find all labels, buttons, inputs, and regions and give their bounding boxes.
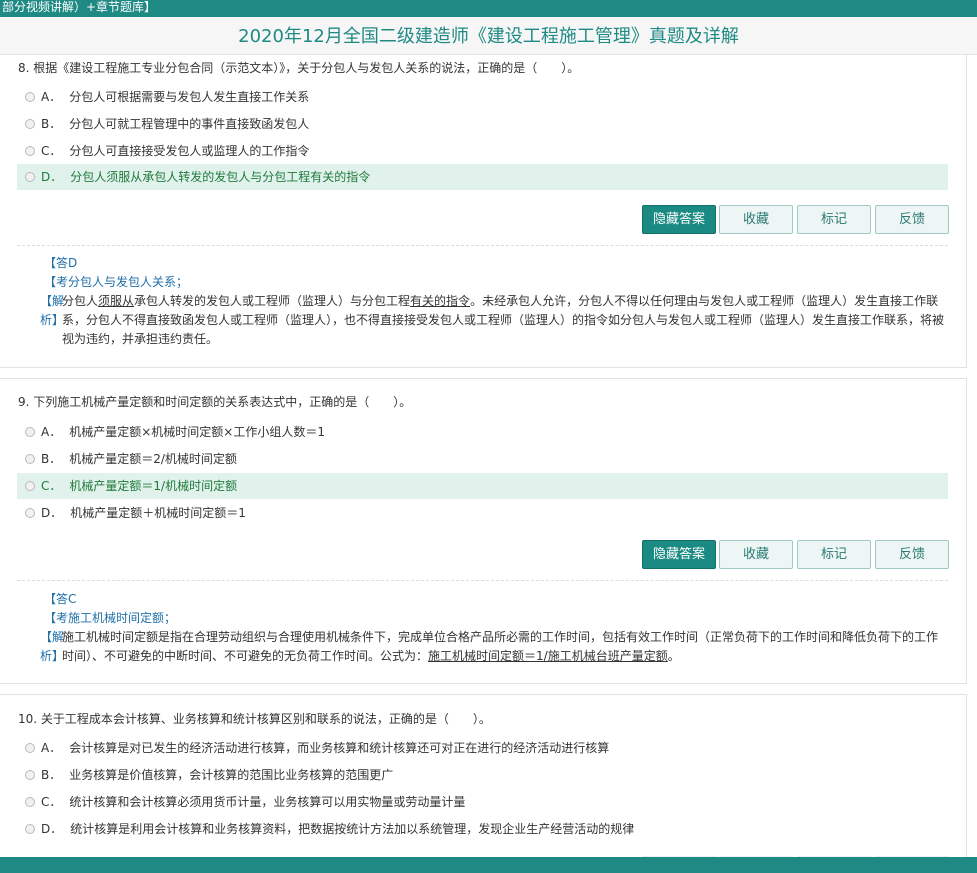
option-text: 统计核算和会计核算必须用货币计量，业务核算可以用实物量或劳动量计量 bbox=[69, 795, 466, 809]
option-letter: A． bbox=[41, 425, 62, 439]
radio-button[interactable] bbox=[25, 797, 35, 807]
option-letter: B． bbox=[41, 452, 62, 466]
option-text: 机械产量定额＝2/机械时间定额 bbox=[69, 452, 237, 466]
bottom-bar bbox=[0, 857, 977, 873]
explanation: 【解 析】 施工机械时间定额是指在合理劳动组织与合理使用机械条件下，完成单位合格… bbox=[0, 628, 944, 666]
radio-button[interactable] bbox=[25, 454, 35, 464]
option-text: 会计核算是对已发生的经济活动进行核算，而业务核算和统计核算还可对正在进行的经济活… bbox=[69, 741, 610, 755]
answer-label: 【答D bbox=[44, 256, 78, 270]
radio-button[interactable] bbox=[25, 508, 35, 518]
option-letter: C． bbox=[41, 795, 62, 809]
option-text: 业务核算是价值核算，会计核算的范围比业务核算的范围更广 bbox=[69, 768, 394, 782]
option-text: 分包人可就工程管理中的事件直接致函发包人 bbox=[69, 117, 310, 131]
option-text: 机械产量定额＋机械时间定额＝1 bbox=[70, 506, 246, 520]
option-letter: A． bbox=[41, 90, 62, 104]
option-c[interactable]: C． 分包人可直接接受发包人或监理人的工作指令 bbox=[17, 138, 948, 164]
option-a[interactable]: A． 会计核算是对已发生的经济活动进行核算，而业务核算和统计核算还可对正在进行的经… bbox=[17, 735, 948, 761]
explanation: 【解 析】 分包人须服从承包人转发的发包人或工程师（监理人）与分包工程有关的指令… bbox=[0, 292, 944, 349]
option-text: 机械产量定额＝1/机械时间定额 bbox=[69, 479, 238, 493]
exam-point: 【考施工机械时间定额； bbox=[44, 611, 177, 625]
option-letter: A． bbox=[41, 741, 62, 755]
question-stem: 10. 关于工程成本会计核算、业务核算和统计核算区别和联系的说法，正确的是（ ）… bbox=[18, 712, 491, 726]
mark-button[interactable]: 标记 bbox=[797, 205, 871, 234]
feedback-button[interactable]: 反馈 bbox=[875, 205, 949, 234]
option-letter: B． bbox=[41, 768, 62, 782]
radio-button[interactable] bbox=[25, 743, 35, 753]
answer-label: 【答C bbox=[44, 592, 77, 606]
question-card-9: 9. 下列施工机械产量定额和时间定额的关系表达式中，正确的是（ ）。 A． 机械产… bbox=[0, 378, 967, 684]
option-letter: D． bbox=[41, 822, 63, 836]
radio-button[interactable] bbox=[25, 770, 35, 780]
option-d[interactable]: D． 机械产量定额＋机械时间定额＝1 bbox=[17, 500, 948, 526]
question-stem: 8. 根据《建设工程施工专业分包合同（示范文本）》，关于分包人与发包人关系的说法… bbox=[18, 61, 580, 75]
option-b[interactable]: B． 机械产量定额＝2/机械时间定额 bbox=[17, 446, 948, 472]
radio-button[interactable] bbox=[25, 481, 35, 491]
option-letter: D． bbox=[41, 170, 63, 184]
option-a[interactable]: A． 分包人可根据需要与发包人发生直接工作关系 bbox=[17, 84, 948, 110]
radio-button[interactable] bbox=[25, 146, 35, 156]
option-text: 分包人可直接接受发包人或监理人的工作指令 bbox=[69, 144, 310, 158]
option-c[interactable]: C． 统计核算和会计核算必须用货币计量，业务核算可以用实物量或劳动量计量 bbox=[17, 789, 948, 815]
explanation-text: 分包人须服从承包人转发的发包人或工程师（监理人）与分包工程有关的指令。未经承包人… bbox=[62, 294, 945, 346]
question-card-10: 10. 关于工程成本会计核算、业务核算和统计核算区别和联系的说法，正确的是（ ）… bbox=[0, 694, 967, 864]
page-title-bar: 2020年12月全国二级建造师《建设工程施工管理》真题及详解 bbox=[0, 17, 977, 55]
option-c-correct[interactable]: C． 机械产量定额＝1/机械时间定额 bbox=[17, 473, 948, 499]
exam-point: 【考分包人与发包人关系； bbox=[44, 275, 189, 289]
option-text: 机械产量定额×机械时间定额×工作小组人数＝1 bbox=[69, 425, 325, 439]
option-text: 分包人可根据需要与发包人发生直接工作关系 bbox=[69, 90, 310, 104]
explanation-text: 施工机械时间定额是指在合理劳动组织与合理使用机械条件下，完成单位合格产品所必需的… bbox=[62, 630, 939, 663]
option-letter: C． bbox=[41, 479, 62, 493]
answer-block: 【答C 【考施工机械时间定额； 【解 析】 施工机械时间定额是指在合理劳动组织与… bbox=[40, 590, 944, 666]
radio-button[interactable] bbox=[25, 92, 35, 102]
option-text: 分包人须服从承包人转发的发包人与分包工程有关的指令 bbox=[70, 170, 371, 184]
top-banner: 部分视频讲解）+章节题库】 bbox=[0, 0, 977, 17]
feedback-button[interactable]: 反馈 bbox=[875, 540, 949, 569]
option-letter: C． bbox=[41, 144, 62, 158]
top-banner-text: 部分视频讲解）+章节题库】 bbox=[2, 0, 157, 14]
answer-block: 【答D 【考分包人与发包人关系； 【解 析】 分包人须服从承包人转发的发包人或工… bbox=[40, 254, 944, 349]
hide-answer-button[interactable]: 隐藏答案 bbox=[642, 205, 716, 234]
collect-button[interactable]: 收藏 bbox=[719, 540, 793, 569]
page-title: 2020年12月全国二级建造师《建设工程施工管理》真题及详解 bbox=[238, 26, 739, 47]
collect-button[interactable]: 收藏 bbox=[719, 205, 793, 234]
radio-button[interactable] bbox=[25, 119, 35, 129]
option-letter: B． bbox=[41, 117, 62, 131]
divider bbox=[17, 245, 948, 246]
divider bbox=[17, 580, 948, 581]
mark-button[interactable]: 标记 bbox=[797, 540, 871, 569]
option-a[interactable]: A． 机械产量定额×机械时间定额×工作小组人数＝1 bbox=[17, 419, 948, 445]
option-d[interactable]: D． 统计核算是利用会计核算和业务核算资料，把数据按统计方法加以系统管理，发现企业… bbox=[17, 816, 948, 842]
option-text: 统计核算是利用会计核算和业务核算资料，把数据按统计方法加以系统管理，发现企业生产… bbox=[70, 822, 635, 836]
option-b[interactable]: B． 业务核算是价值核算，会计核算的范围比业务核算的范围更广 bbox=[17, 762, 948, 788]
explanation-label: 【解 析】 bbox=[40, 630, 65, 663]
explanation-label: 【解 析】 bbox=[40, 294, 65, 327]
option-d-correct[interactable]: D． 分包人须服从承包人转发的发包人与分包工程有关的指令 bbox=[17, 164, 948, 190]
question-card-8: 8. 根据《建设工程施工专业分包合同（示范文本）》，关于分包人与发包人关系的说法… bbox=[0, 55, 967, 368]
radio-button[interactable] bbox=[25, 427, 35, 437]
option-letter: D． bbox=[41, 506, 63, 520]
hide-answer-button[interactable]: 隐藏答案 bbox=[642, 540, 716, 569]
option-b[interactable]: B． 分包人可就工程管理中的事件直接致函发包人 bbox=[17, 111, 948, 137]
radio-button[interactable] bbox=[25, 172, 35, 182]
radio-button[interactable] bbox=[25, 824, 35, 834]
question-stem: 9. 下列施工机械产量定额和时间定额的关系表达式中，正确的是（ ）。 bbox=[18, 395, 412, 409]
